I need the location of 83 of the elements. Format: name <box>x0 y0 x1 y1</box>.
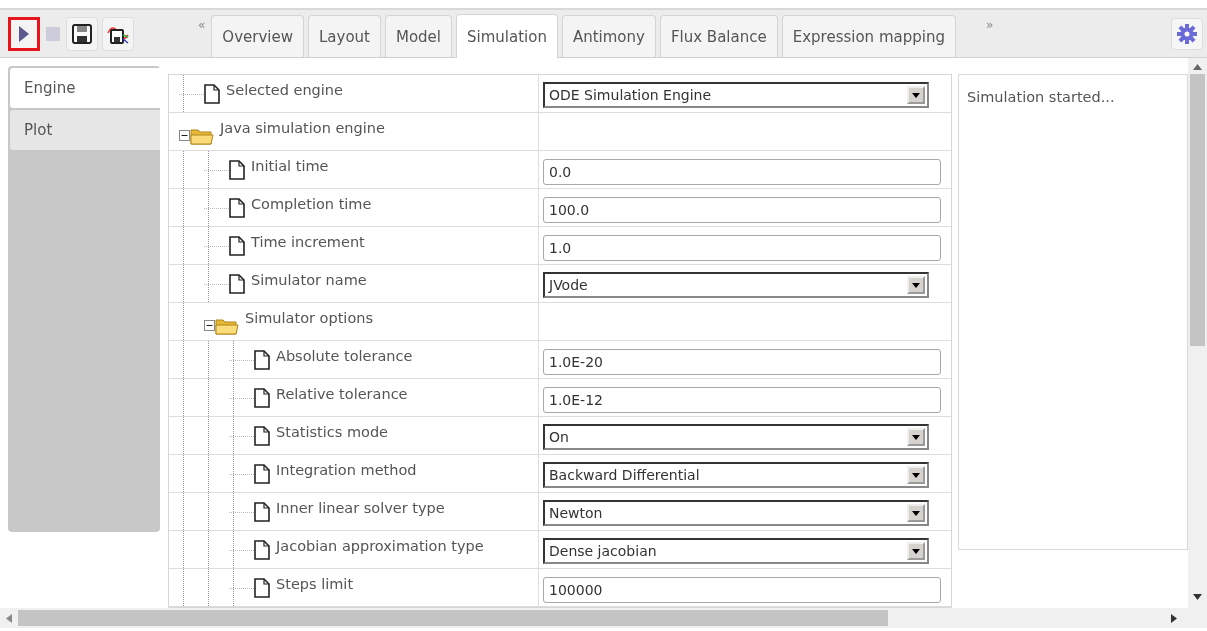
settings-button[interactable] <box>1171 17 1203 50</box>
tab[interactable]: Simulation <box>456 14 558 58</box>
document-icon <box>229 198 245 218</box>
settings-icon <box>1177 23 1197 44</box>
document-icon <box>254 502 270 522</box>
log-message: Simulation started... <box>967 89 1115 105</box>
property-label: Completion time <box>169 189 539 226</box>
property-label: Statistics mode <box>169 417 539 454</box>
dropdown[interactable]: Newton <box>543 500 929 526</box>
tab[interactable]: Overview <box>211 15 304 57</box>
document-icon <box>254 350 270 370</box>
tab[interactable]: Antimony <box>561 15 656 57</box>
stop-icon <box>46 26 60 41</box>
run-button[interactable] <box>8 16 40 51</box>
dropdown[interactable]: ODE Simulation Engine <box>543 82 929 108</box>
document-icon <box>254 464 270 484</box>
caret-icon <box>912 92 920 98</box>
text-field[interactable]: 100.0 <box>543 197 941 223</box>
scroll-right-icon <box>1171 613 1177 623</box>
document-icon <box>229 236 245 256</box>
tree-connector <box>204 189 229 226</box>
text-field[interactable]: 0.0 <box>543 159 941 185</box>
document-icon <box>254 578 270 598</box>
horizontal-scrollbar[interactable] <box>0 608 1207 628</box>
scroll-left-icon <box>6 613 12 623</box>
tree-connector <box>229 531 254 568</box>
sidebar-tab[interactable]: Engine <box>10 68 160 108</box>
document-icon <box>254 540 270 560</box>
caret-icon <box>912 510 920 516</box>
dropdown[interactable]: Backward Differential <box>543 462 929 488</box>
tree-connector <box>229 417 254 454</box>
property-label: Selected engine <box>169 75 539 112</box>
export-button[interactable] <box>102 16 134 51</box>
vertical-scrollbar[interactable] <box>1188 58 1207 608</box>
scroll-down-icon <box>1193 594 1202 600</box>
property-label: Jacobian approximation type <box>169 531 539 568</box>
tree-connector <box>204 151 229 188</box>
document-icon <box>254 426 270 446</box>
tab[interactable]: Layout <box>307 15 381 57</box>
text-field[interactable]: 1.0E-12 <box>543 387 941 413</box>
tree-connector <box>204 265 229 302</box>
text-field[interactable]: 1.0 <box>543 235 941 261</box>
play-icon <box>18 24 30 43</box>
caret-icon <box>912 472 920 478</box>
caret-icon <box>912 434 920 440</box>
tree-connector <box>229 493 254 530</box>
tree-connector <box>204 227 229 264</box>
document-icon <box>254 388 270 408</box>
sidebar-tab[interactable]: Plot <box>10 110 160 150</box>
tree-connector <box>229 455 254 492</box>
folder-icon <box>190 127 214 145</box>
tab[interactable]: Expression mapping <box>781 15 956 57</box>
document-icon <box>229 160 245 180</box>
caret-icon <box>912 548 920 554</box>
tree-connector <box>229 569 254 606</box>
property-label: Initial time <box>169 151 539 188</box>
tree-group-label: Java simulation engine <box>169 113 539 150</box>
tab[interactable]: Flux Balance <box>659 15 778 57</box>
scroll-up-icon <box>1193 64 1202 70</box>
property-label: Time increment <box>169 227 539 264</box>
property-label: Relative tolerance <box>169 379 539 416</box>
dropdown[interactable]: JVode <box>543 272 929 298</box>
text-field[interactable]: 100000 <box>543 577 941 603</box>
property-label: Inner linear solver type <box>169 493 539 530</box>
tree-connector <box>229 379 254 416</box>
tree-connector <box>179 75 204 112</box>
collapse-icon[interactable] <box>204 320 215 331</box>
collapse-icon[interactable] <box>179 130 190 141</box>
property-label: Integration method <box>169 455 539 492</box>
property-label: Simulator name <box>169 265 539 302</box>
tree-group-label: Simulator options <box>169 303 539 340</box>
folder-icon <box>215 317 239 335</box>
document-icon <box>204 84 220 104</box>
save-button[interactable] <box>66 16 98 51</box>
document-icon <box>229 274 245 294</box>
caret-icon <box>912 282 920 288</box>
property-label: Steps limit <box>169 569 539 606</box>
property-label: Absolute tolerance <box>169 341 539 378</box>
tab[interactable]: Model <box>384 15 452 57</box>
dropdown[interactable]: Dense jacobian <box>543 538 929 564</box>
text-field[interactable]: 1.0E-20 <box>543 349 941 375</box>
dropdown[interactable]: On <box>543 424 929 450</box>
tree-connector <box>229 341 254 378</box>
